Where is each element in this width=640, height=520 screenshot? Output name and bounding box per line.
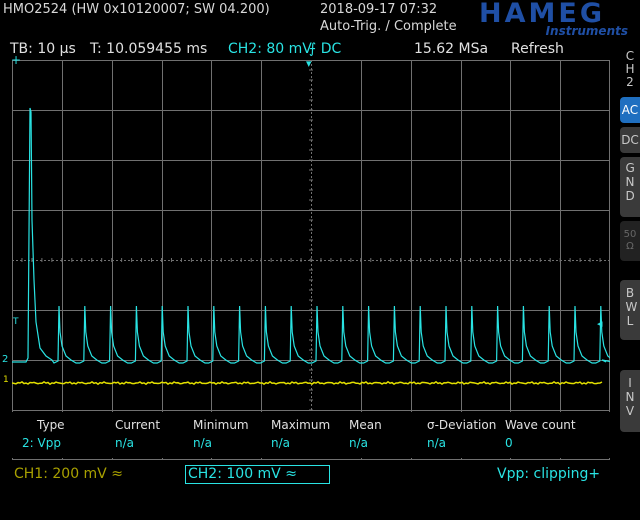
- channel-side-panel: C H 2 AC DC G N D 50 Ω B W L I N V: [612, 40, 640, 480]
- meas-header-wave-count: Wave count: [505, 418, 576, 432]
- trigger-right-marker: ◂: [597, 317, 603, 330]
- meas-value-deviation: n/a: [427, 436, 447, 450]
- trigger-position-marker[interactable]: ▾: [306, 57, 312, 70]
- bandwidth-limit-button[interactable]: B W L: [620, 280, 640, 340]
- meas-value-current: n/a: [115, 436, 135, 450]
- measurement-table: Type Current Minimum Maximum Mean σ-Devi…: [12, 412, 610, 458]
- waveform-screen[interactable]: [11, 59, 619, 460]
- trigger-level-marker[interactable]: T: [13, 317, 19, 327]
- coupling-gnd-button[interactable]: G N D: [620, 157, 640, 217]
- top-left-marker: +: [11, 53, 22, 67]
- graticule-grid: [11, 59, 610, 460]
- ch2-setting-box[interactable]: CH2: 100 mV ≈: [185, 465, 330, 484]
- meas-header-deviation: σ-Deviation: [427, 418, 497, 432]
- invert-button[interactable]: I N V: [620, 370, 640, 432]
- meas-header-maximum: Maximum: [271, 418, 331, 432]
- date-time: 2018-09-17 07:32: [320, 2, 438, 17]
- waveform-graticule: [11, 59, 619, 460]
- acquisition-mode[interactable]: Refresh: [511, 41, 564, 57]
- meas-value-mean: n/a: [349, 436, 369, 450]
- meas-value-minimum: n/a: [193, 436, 213, 450]
- meas-value-maximum: n/a: [271, 436, 291, 450]
- channel-setting[interactable]: CH2: 80 mV: [228, 41, 312, 57]
- meas-header-minimum: Minimum: [193, 418, 249, 432]
- ch2-reference-marker[interactable]: 2: [2, 354, 8, 365]
- trigger-time[interactable]: T: 10.059455 ms: [90, 41, 207, 57]
- coupling-ac-button[interactable]: AC: [620, 97, 640, 123]
- meas-header-current: Current: [115, 418, 161, 432]
- ch1-setting[interactable]: CH1: 200 mV ≈: [14, 466, 123, 482]
- meas-value-wave-count: 0: [505, 436, 513, 450]
- hameg-logo: HAMEG Instruments: [452, 0, 632, 39]
- meas-header-type: Type: [37, 418, 65, 432]
- meas-value-type: 2: Vpp: [22, 436, 61, 450]
- side-channel-label: C H 2: [625, 49, 635, 89]
- trigger-slope-coupling[interactable]: ⨍ DC: [309, 41, 341, 57]
- ch1-reference-marker[interactable]: 1: [3, 375, 9, 385]
- device-model: HMO2524 (HW 0x10120007; SW 04.200): [3, 2, 270, 17]
- sample-rate: 15.62 MSa: [414, 41, 489, 57]
- trigger-status: Auto-Trig. / Complete: [320, 19, 457, 34]
- ch1-trace: [11, 380, 603, 386]
- measurement-info: Vpp: clipping+: [497, 466, 601, 482]
- header-bar: HMO2524 (HW 0x10120007; SW 04.200) 2018-…: [0, 0, 640, 40]
- coupling-dc-button[interactable]: DC: [620, 127, 640, 153]
- meas-header-mean: Mean: [349, 418, 382, 432]
- termination-50ohm-button[interactable]: 50 Ω: [620, 221, 640, 261]
- logo-subtext: Instruments: [545, 24, 628, 38]
- ch2-setting: CH2: 100 mV ≈: [188, 466, 297, 482]
